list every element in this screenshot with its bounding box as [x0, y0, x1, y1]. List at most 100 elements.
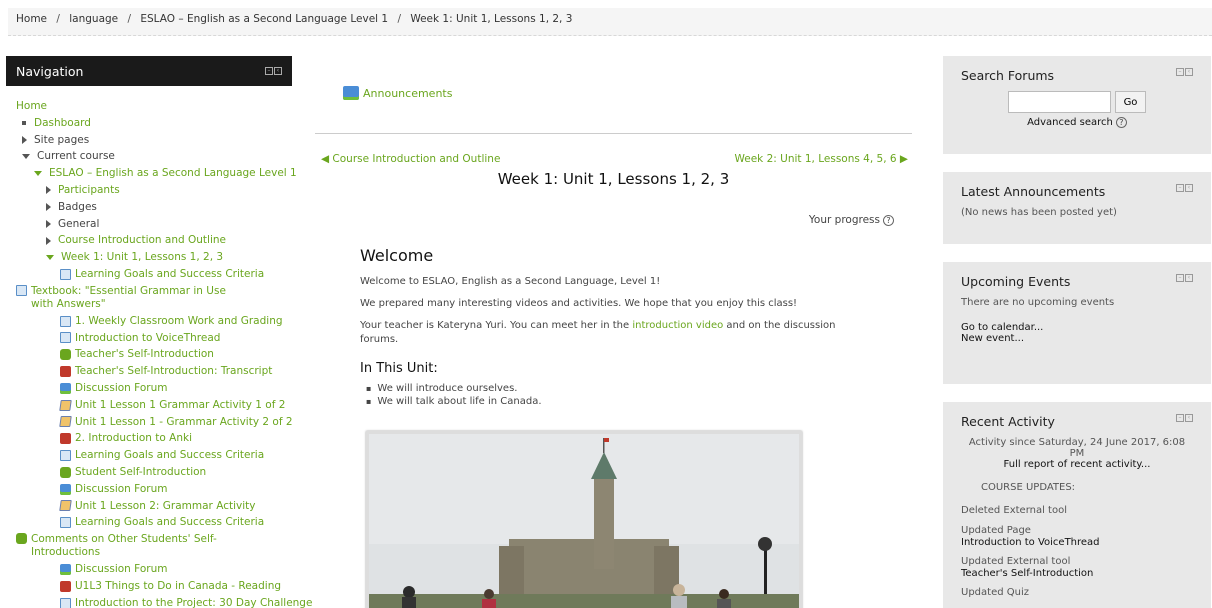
update-action: Updated External tool	[961, 556, 1071, 567]
nav-item[interactable]: Current course	[16, 148, 292, 165]
nav-item[interactable]: Discussion Forum	[16, 380, 292, 397]
nav-item[interactable]: Discussion Forum	[16, 561, 292, 578]
parliament-photo	[366, 431, 802, 608]
update-action: Updated Page	[961, 525, 1031, 536]
block-controls[interactable]: – ‹	[265, 67, 282, 75]
announcements-label[interactable]: Announcements	[363, 87, 452, 100]
nav-item-label: Unit 1 Lesson 2: Grammar Activity	[75, 499, 256, 512]
nav-item[interactable]: Learning Goals and Success Criteria	[16, 514, 292, 531]
dock-icon[interactable]: ‹	[1185, 274, 1193, 282]
nav-item-label: Participants	[58, 183, 120, 196]
nav-item[interactable]: Comments on Other Students' Self-Introdu…	[16, 531, 292, 561]
update-item-link[interactable]: Introduction to VoiceThread	[961, 537, 1100, 548]
collapse-icon[interactable]: –	[1176, 414, 1184, 422]
teacher-text: Your teacher is Kateryna Yuri. You can m…	[360, 320, 633, 331]
nav-item[interactable]: ESLAO – English as a Second Language Lev…	[16, 165, 297, 182]
breadcrumb-separator: /	[56, 13, 60, 25]
breadcrumb-separator: /	[127, 13, 132, 25]
no-news-text: (No news has been posted yet)	[961, 207, 1117, 218]
full-report-link[interactable]: Full report of recent activity...	[1004, 459, 1151, 470]
nav-item[interactable]: General	[16, 216, 292, 233]
nav-item[interactable]: 2. Introduction to Anki	[16, 430, 292, 447]
breadcrumb-course[interactable]: ESLAO – English as a Second Language Lev…	[140, 13, 388, 25]
nav-item[interactable]: Learning Goals and Success Criteria	[16, 447, 292, 464]
forum-icon	[60, 483, 71, 495]
help-icon[interactable]: ?	[883, 214, 894, 226]
nav-item-label: Textbook: "Essential Grammar in Use with…	[31, 284, 226, 310]
nav-item[interactable]: Course Introduction and Outline	[16, 232, 292, 249]
nav-item[interactable]: Site pages	[16, 132, 292, 149]
nav-item[interactable]: Unit 1 Lesson 2: Grammar Activity	[16, 498, 292, 515]
search-forums-title: Search Forums	[961, 68, 1055, 83]
nav-item-label: General	[58, 217, 100, 230]
block-header: Upcoming Events – ‹	[961, 274, 1193, 289]
go-to-calendar-link[interactable]: Go to calendar...	[961, 322, 1043, 333]
page-icon	[60, 517, 71, 529]
dock-icon[interactable]: ‹	[1185, 68, 1193, 76]
breadcrumb-section[interactable]: Week 1: Unit 1, Lessons 1, 2, 3	[410, 13, 572, 25]
nav-item-label: Learning Goals and Success Criteria	[75, 449, 265, 462]
pdf-icon	[60, 580, 71, 592]
summary-paragraph: Your teacher is Kateryna Yuri. You can m…	[360, 319, 860, 347]
forum-icon	[343, 86, 359, 100]
nav-item[interactable]: Week 1: Unit 1, Lessons 1, 2, 3	[16, 249, 292, 266]
nav-item[interactable]: Dashboard	[16, 115, 292, 132]
nav-item[interactable]: Participants	[16, 182, 292, 199]
nav-item[interactable]: Introduction to VoiceThread	[16, 330, 292, 347]
nav-item-label: Current course	[37, 150, 115, 163]
block-controls[interactable]: – ‹	[1176, 414, 1193, 429]
nav-item[interactable]: Badges	[16, 199, 292, 216]
new-event-link[interactable]: New event...	[961, 333, 1024, 344]
section-summary: Welcome Welcome to ESLAO, English as a S…	[360, 246, 860, 408]
nav-item[interactable]: Teacher's Self-Introduction	[16, 346, 292, 363]
nav-item[interactable]: Unit 1 Lesson 1 - Grammar Activity 2 of …	[16, 414, 293, 431]
nav-item[interactable]: Home	[16, 98, 292, 115]
announcements-link[interactable]: Announcements	[343, 86, 452, 100]
collapse-icon[interactable]: –	[1176, 68, 1184, 76]
breadcrumb-home[interactable]: Home	[16, 13, 47, 25]
help-icon[interactable]: ?	[1115, 117, 1127, 128]
pdf-icon	[60, 366, 71, 378]
nav-item[interactable]: Teacher's Self-Introduction: Transcript	[16, 363, 292, 380]
nav-item[interactable]: Student Self-Introduction	[16, 464, 292, 481]
block-controls[interactable]: – ‹	[1176, 184, 1193, 199]
breadcrumb: Home / language / ESLAO – English as a S…	[8, 8, 1212, 36]
dock-icon[interactable]: ‹	[274, 67, 282, 75]
nav-item[interactable]: Introduction to the Project: 30 Day Chal…	[16, 595, 312, 608]
nav-item[interactable]: Learning Goals and Success Criteria	[16, 266, 292, 283]
collapse-icon[interactable]: –	[1176, 274, 1184, 282]
search-forums-block: Search Forums – ‹ Go Advanced search ?	[943, 56, 1211, 154]
next-section-link[interactable]: Week 2: Unit 1, Lessons 4, 5, 6 ▶	[735, 153, 909, 165]
block-header: Latest Announcements – ‹	[961, 184, 1193, 199]
collapse-icon[interactable]: –	[265, 67, 273, 75]
nav-item[interactable]: Unit 1 Lesson 1 Grammar Activity 1 of 2	[16, 397, 292, 414]
recent-activity-block: Recent Activity – ‹ Activity since Saturda…	[943, 402, 1211, 608]
no-events-text: There are no upcoming events	[961, 297, 1115, 308]
nav-item[interactable]: 1. Weekly Classroom Work and Grading	[16, 313, 292, 330]
collapse-icon[interactable]: –	[1176, 184, 1184, 192]
block-controls[interactable]: – ‹	[1176, 68, 1193, 83]
go-button[interactable]: Go	[1114, 91, 1147, 113]
update-item-link[interactable]: Teacher's Self-Introduction	[961, 568, 1093, 579]
page-icon	[60, 332, 71, 344]
breadcrumb-language[interactable]: language	[69, 13, 118, 25]
summary-paragraph: Welcome to ESLAO, English as a Second La…	[360, 276, 661, 287]
nav-item[interactable]: U1L3 Things to Do in Canada - Reading	[16, 578, 292, 595]
nav-item-label: Teacher's Self-Introduction: Transcript	[75, 365, 273, 378]
search-forums-input[interactable]	[1007, 91, 1111, 113]
nav-item[interactable]: Textbook: "Essential Grammar in Use with…	[16, 283, 292, 313]
collapse-arrow-icon	[34, 171, 42, 177]
block-controls[interactable]: – ‹	[1176, 274, 1193, 289]
page-icon	[60, 315, 71, 327]
dock-icon[interactable]: ‹	[1185, 184, 1193, 192]
quiz-icon	[59, 500, 72, 512]
prev-section-link[interactable]: ◀ Course Introduction and Outline	[321, 153, 500, 165]
dock-icon[interactable]: ‹	[1185, 414, 1193, 422]
nav-item-label: 1. Weekly Classroom Work and Grading	[75, 314, 283, 327]
quiz-icon	[59, 416, 72, 428]
advanced-search-link[interactable]: Advanced search	[1027, 117, 1113, 128]
breadcrumb-separator: /	[397, 13, 401, 25]
introduction-video-link[interactable]: introduction video	[632, 320, 723, 331]
nav-item[interactable]: Discussion Forum	[16, 481, 292, 498]
bullet-icon	[22, 121, 26, 126]
